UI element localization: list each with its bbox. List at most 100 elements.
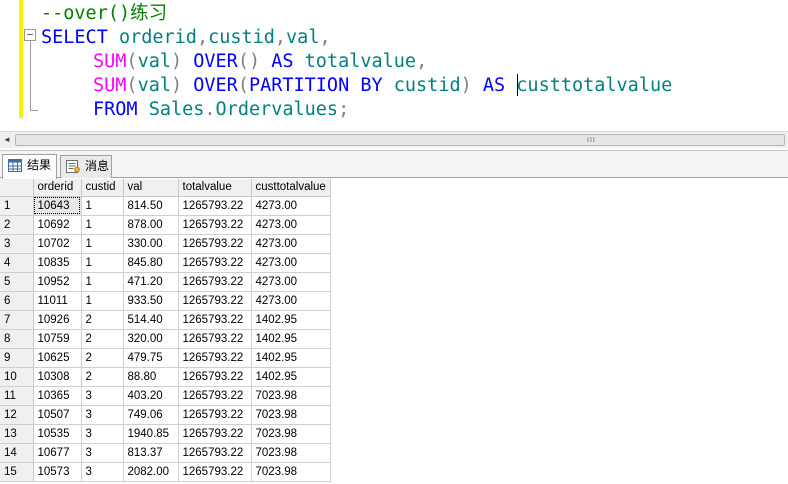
row-number[interactable]: 6 xyxy=(0,291,34,311)
row-number[interactable]: 13 xyxy=(0,424,34,444)
cell-val[interactable]: 1940.85 xyxy=(123,424,179,444)
row-number[interactable]: 12 xyxy=(0,405,34,425)
cell-val[interactable]: 479.75 xyxy=(123,348,179,368)
row-number[interactable]: 9 xyxy=(0,348,34,368)
cell-totalvalue[interactable]: 1265793.22 xyxy=(178,253,252,273)
cell-totalvalue[interactable]: 1265793.22 xyxy=(178,405,252,425)
cell-orderid[interactable]: 10702 xyxy=(33,234,82,254)
cell-custtotalvalue[interactable]: 4273.00 xyxy=(251,253,331,273)
cell-custtotalvalue[interactable]: 1402.95 xyxy=(251,310,331,330)
table-row[interactable]: 2 10692 1 878.00 1265793.22 4273.00 xyxy=(0,215,331,235)
grid-corner-header[interactable] xyxy=(0,179,34,197)
cell-val[interactable]: 88.80 xyxy=(123,367,179,387)
cell-custtotalvalue[interactable]: 4273.00 xyxy=(251,272,331,292)
table-row[interactable]: 4 10835 1 845.80 1265793.22 4273.00 xyxy=(0,253,331,273)
table-row[interactable]: 3 10702 1 330.00 1265793.22 4273.00 xyxy=(0,234,331,254)
table-row[interactable]: 7 10926 2 514.40 1265793.22 1402.95 xyxy=(0,310,331,330)
row-number[interactable]: 3 xyxy=(0,234,34,254)
cell-custtotalvalue[interactable]: 1402.95 xyxy=(251,367,331,387)
column-header-custtotalvalue[interactable]: custtotalvalue xyxy=(251,179,331,197)
tab-messages[interactable]: 消息 xyxy=(60,155,112,178)
row-number[interactable]: 11 xyxy=(0,386,34,406)
cell-custid[interactable]: 3 xyxy=(81,405,124,425)
cell-custid[interactable]: 3 xyxy=(81,386,124,406)
cell-custtotalvalue[interactable]: 4273.00 xyxy=(251,291,331,311)
cell-orderid[interactable]: 10573 xyxy=(33,462,82,482)
cell-val[interactable]: 403.20 xyxy=(123,386,179,406)
cell-custtotalvalue[interactable]: 1402.95 xyxy=(251,348,331,368)
table-row[interactable]: 9 10625 2 479.75 1265793.22 1402.95 xyxy=(0,348,331,368)
cell-totalvalue[interactable]: 1265793.22 xyxy=(178,443,252,463)
cell-totalvalue[interactable]: 1265793.22 xyxy=(178,272,252,292)
column-header-val[interactable]: val xyxy=(123,179,179,197)
table-row[interactable]: 14 10677 3 813.37 1265793.22 7023.98 xyxy=(0,443,331,463)
cell-val[interactable]: 320.00 xyxy=(123,329,179,349)
cell-val[interactable]: 878.00 xyxy=(123,215,179,235)
cell-totalvalue[interactable]: 1265793.22 xyxy=(178,215,252,235)
scroll-left-arrow-icon[interactable]: ◄ xyxy=(1,134,13,146)
cell-orderid[interactable]: 10926 xyxy=(33,310,82,330)
table-row[interactable]: 10 10308 2 88.80 1265793.22 1402.95 xyxy=(0,367,331,387)
cell-val[interactable]: 330.00 xyxy=(123,234,179,254)
row-number[interactable]: 7 xyxy=(0,310,34,330)
results-grid[interactable]: orderid custid val totalvalue custtotalv… xyxy=(0,179,331,482)
row-number[interactable]: 15 xyxy=(0,462,34,482)
cell-val[interactable]: 933.50 xyxy=(123,291,179,311)
cell-custid[interactable]: 1 xyxy=(81,291,124,311)
column-header-custid[interactable]: custid xyxy=(81,179,124,197)
cell-orderid[interactable]: 10625 xyxy=(33,348,82,368)
table-row[interactable]: 1 10643 1 814.50 1265793.22 4273.00 xyxy=(0,196,331,216)
cell-totalvalue[interactable]: 1265793.22 xyxy=(178,367,252,387)
cell-orderid[interactable]: 10677 xyxy=(33,443,82,463)
cell-custtotalvalue[interactable]: 4273.00 xyxy=(251,234,331,254)
column-header-totalvalue[interactable]: totalvalue xyxy=(178,179,252,197)
cell-val[interactable]: 749.06 xyxy=(123,405,179,425)
collapse-region-icon[interactable]: − xyxy=(24,29,36,41)
cell-orderid[interactable]: 10535 xyxy=(33,424,82,444)
cell-totalvalue[interactable]: 1265793.22 xyxy=(178,348,252,368)
cell-custtotalvalue[interactable]: 1402.95 xyxy=(251,329,331,349)
table-row[interactable]: 15 10573 3 2082.00 1265793.22 7023.98 xyxy=(0,462,331,482)
cell-orderid[interactable]: 10643 xyxy=(33,196,82,216)
row-number[interactable]: 14 xyxy=(0,443,34,463)
cell-custid[interactable]: 3 xyxy=(81,424,124,444)
cell-orderid[interactable]: 10835 xyxy=(33,253,82,273)
horizontal-scrollbar[interactable]: ◄ III xyxy=(0,131,788,148)
table-row[interactable]: 12 10507 3 749.06 1265793.22 7023.98 xyxy=(0,405,331,425)
cell-custid[interactable]: 1 xyxy=(81,215,124,235)
column-header-orderid[interactable]: orderid xyxy=(33,179,82,197)
cell-val[interactable]: 471.20 xyxy=(123,272,179,292)
cell-totalvalue[interactable]: 1265793.22 xyxy=(178,329,252,349)
cell-totalvalue[interactable]: 1265793.22 xyxy=(178,424,252,444)
cell-orderid[interactable]: 10308 xyxy=(33,367,82,387)
row-number[interactable]: 1 xyxy=(0,196,34,216)
cell-val[interactable]: 514.40 xyxy=(123,310,179,330)
row-number[interactable]: 8 xyxy=(0,329,34,349)
cell-custid[interactable]: 1 xyxy=(81,234,124,254)
cell-totalvalue[interactable]: 1265793.22 xyxy=(178,310,252,330)
cell-custid[interactable]: 2 xyxy=(81,367,124,387)
cell-orderid[interactable]: 10952 xyxy=(33,272,82,292)
scrollbar-thumb[interactable]: III xyxy=(15,134,785,146)
table-row[interactable]: 5 10952 1 471.20 1265793.22 4273.00 xyxy=(0,272,331,292)
row-number[interactable]: 10 xyxy=(0,367,34,387)
cell-totalvalue[interactable]: 1265793.22 xyxy=(178,386,252,406)
cell-custtotalvalue[interactable]: 7023.98 xyxy=(251,424,331,444)
cell-totalvalue[interactable]: 1265793.22 xyxy=(178,234,252,254)
cell-custid[interactable]: 3 xyxy=(81,443,124,463)
row-number[interactable]: 2 xyxy=(0,215,34,235)
cell-custtotalvalue[interactable]: 7023.98 xyxy=(251,443,331,463)
cell-custid[interactable]: 1 xyxy=(81,253,124,273)
cell-orderid[interactable]: 11011 xyxy=(33,291,82,311)
cell-orderid[interactable]: 10365 xyxy=(33,386,82,406)
cell-totalvalue[interactable]: 1265793.22 xyxy=(178,291,252,311)
table-row[interactable]: 8 10759 2 320.00 1265793.22 1402.95 xyxy=(0,329,331,349)
cell-custid[interactable]: 2 xyxy=(81,348,124,368)
cell-custtotalvalue[interactable]: 4273.00 xyxy=(251,196,331,216)
cell-custtotalvalue[interactable]: 7023.98 xyxy=(251,386,331,406)
cell-totalvalue[interactable]: 1265793.22 xyxy=(178,462,252,482)
cell-custtotalvalue[interactable]: 7023.98 xyxy=(251,405,331,425)
cell-custtotalvalue[interactable]: 7023.98 xyxy=(251,462,331,482)
row-number[interactable]: 5 xyxy=(0,272,34,292)
cell-val[interactable]: 2082.00 xyxy=(123,462,179,482)
